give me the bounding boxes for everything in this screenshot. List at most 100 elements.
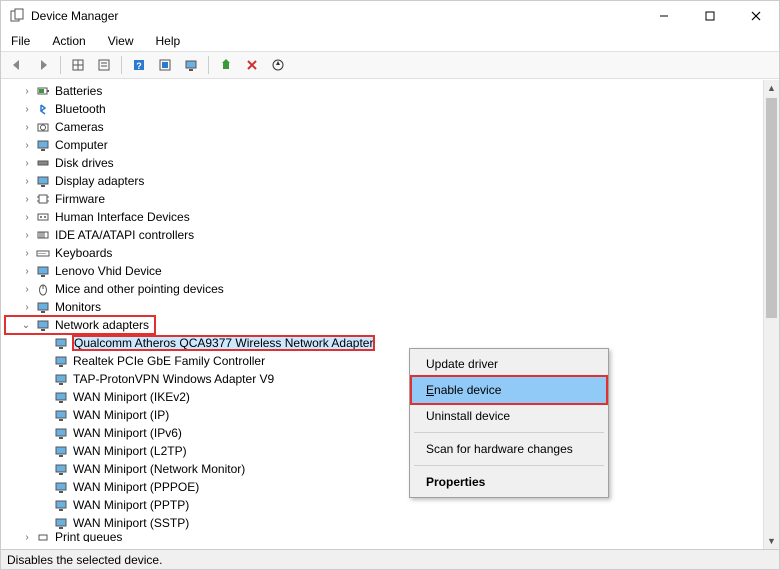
tree-child-wan-sstp[interactable]: WAN Miniport (SSTP) (5, 514, 763, 532)
chevron-right-icon[interactable]: › (21, 211, 33, 223)
tree-child-tap[interactable]: TAP-ProtonVPN Windows Adapter V9 (5, 370, 763, 388)
tree-node-computer[interactable]: › Computer (5, 136, 763, 154)
tree-node-display-adapters[interactable]: › Display adapters (5, 172, 763, 190)
tree-node-monitors[interactable]: › Monitors (5, 298, 763, 316)
help-button[interactable]: ? (127, 54, 151, 76)
tree-child-wan-ipv6[interactable]: WAN Miniport (IPv6) (5, 424, 763, 442)
titlebar: Device Manager (1, 1, 779, 31)
back-button[interactable] (5, 54, 29, 76)
monitor-button[interactable] (179, 54, 203, 76)
tree-label: Bluetooth (55, 102, 106, 116)
tree-child-wan-netmon[interactable]: WAN Miniport (Network Monitor) (5, 460, 763, 478)
tree-child-qualcomm[interactable]: Qualcomm Atheros QCA9377 Wireless Networ… (5, 334, 763, 352)
tree-child-realtek[interactable]: Realtek PCIe GbE Family Controller (5, 352, 763, 370)
context-uninstall-device[interactable]: Uninstall device (412, 403, 606, 429)
chevron-right-icon[interactable]: › (21, 139, 33, 151)
tree-label: WAN Miniport (IPv6) (73, 426, 182, 440)
chevron-right-icon[interactable]: › (21, 247, 33, 259)
tree-child-wan-pppoe[interactable]: WAN Miniport (PPPOE) (5, 478, 763, 496)
chevron-right-icon[interactable]: › (21, 301, 33, 313)
context-separator (414, 432, 604, 433)
scroll-up-button[interactable]: ▲ (764, 80, 779, 96)
update-driver-button[interactable] (266, 54, 290, 76)
context-update-driver[interactable]: Update driver (412, 351, 606, 377)
tree-label: Cameras (55, 120, 104, 134)
monitor-icon (35, 137, 51, 153)
ide-icon (35, 227, 51, 243)
tree-label: Qualcomm Atheros QCA9377 Wireless Networ… (73, 336, 374, 350)
tree-node-disk-drives[interactable]: › Disk drives (5, 154, 763, 172)
chevron-right-icon[interactable]: › (21, 193, 33, 205)
menu-view[interactable]: View (104, 32, 138, 50)
network-adapter-icon (53, 407, 69, 423)
close-button[interactable] (733, 1, 779, 31)
disable-button[interactable] (240, 54, 264, 76)
camera-icon (35, 119, 51, 135)
menu-file[interactable]: File (7, 32, 34, 50)
tree-node-batteries[interactable]: › Batteries (5, 82, 763, 100)
chevron-right-icon[interactable]: › (21, 532, 33, 542)
chevron-right-icon[interactable]: › (21, 265, 33, 277)
tree-label: WAN Miniport (PPPOE) (73, 480, 199, 494)
tree-node-firmware[interactable]: › Firmware (5, 190, 763, 208)
scrollbar-thumb[interactable] (766, 98, 777, 318)
device-tree[interactable]: › Batteries › Bluetooth › Cameras › Comp… (1, 80, 763, 549)
tree-node-print-queues[interactable]: › Print queues (5, 532, 763, 542)
chevron-right-icon[interactable]: › (21, 103, 33, 115)
tree-label: Human Interface Devices (55, 210, 190, 224)
context-separator (414, 465, 604, 466)
disk-icon (35, 155, 51, 171)
printer-icon (35, 532, 51, 542)
chevron-right-icon[interactable]: › (21, 157, 33, 169)
tree-node-hid[interactable]: › Human Interface Devices (5, 208, 763, 226)
tree-label: Disk drives (55, 156, 114, 170)
chevron-right-icon[interactable]: › (21, 175, 33, 187)
monitor-icon (35, 173, 51, 189)
minimize-button[interactable] (641, 1, 687, 31)
context-enable-device[interactable]: Enable device (412, 377, 606, 403)
mouse-icon (35, 281, 51, 297)
app-icon (9, 8, 25, 24)
chevron-right-icon[interactable]: › (21, 229, 33, 241)
menu-help[interactable]: Help (152, 32, 185, 50)
network-adapter-icon (53, 371, 69, 387)
status-text: Disables the selected device. (7, 553, 162, 567)
tree-node-cameras[interactable]: › Cameras (5, 118, 763, 136)
chevron-down-icon[interactable]: ⌄ (20, 319, 32, 331)
network-adapter-icon (53, 443, 69, 459)
network-adapter-icon (53, 335, 69, 351)
tree-child-wan-ikev2[interactable]: WAN Miniport (IKEv2) (5, 388, 763, 406)
maximize-button[interactable] (687, 1, 733, 31)
chevron-right-icon[interactable]: › (21, 85, 33, 97)
network-adapter-icon (53, 479, 69, 495)
tree-child-wan-l2tp[interactable]: WAN Miniport (L2TP) (5, 442, 763, 460)
tree-node-network-adapters[interactable]: ⌄ Network adapters (5, 316, 155, 334)
chevron-right-icon[interactable]: › (21, 121, 33, 133)
network-adapter-icon (53, 389, 69, 405)
tree-node-bluetooth[interactable]: › Bluetooth (5, 100, 763, 118)
tree-node-keyboards[interactable]: › Keyboards (5, 244, 763, 262)
action-button[interactable] (153, 54, 177, 76)
forward-button[interactable] (31, 54, 55, 76)
enable-button[interactable] (214, 54, 238, 76)
tree-node-ide[interactable]: › IDE ATA/ATAPI controllers (5, 226, 763, 244)
bluetooth-icon (35, 101, 51, 117)
network-adapter-icon (53, 515, 69, 531)
show-hide-button[interactable] (66, 54, 90, 76)
scroll-down-button[interactable]: ▼ (764, 533, 779, 549)
menu-action[interactable]: Action (48, 32, 89, 50)
tree-child-wan-pptp[interactable]: WAN Miniport (PPTP) (5, 496, 763, 514)
tree-label: Computer (55, 138, 108, 152)
chevron-right-icon[interactable]: › (21, 283, 33, 295)
statusbar: Disables the selected device. (1, 549, 779, 569)
tree-child-wan-ip[interactable]: WAN Miniport (IP) (5, 406, 763, 424)
vertical-scrollbar[interactable]: ▲ ▼ (763, 80, 779, 549)
context-scan-hardware[interactable]: Scan for hardware changes (412, 436, 606, 462)
tree-node-lenovo-vhid[interactable]: › Lenovo Vhid Device (5, 262, 763, 280)
properties-button[interactable] (92, 54, 116, 76)
context-properties[interactable]: Properties (412, 469, 606, 495)
menubar: File Action View Help (1, 31, 779, 51)
network-adapter-icon (53, 461, 69, 477)
tree-label: Batteries (55, 84, 102, 98)
tree-node-mice[interactable]: › Mice and other pointing devices (5, 280, 763, 298)
